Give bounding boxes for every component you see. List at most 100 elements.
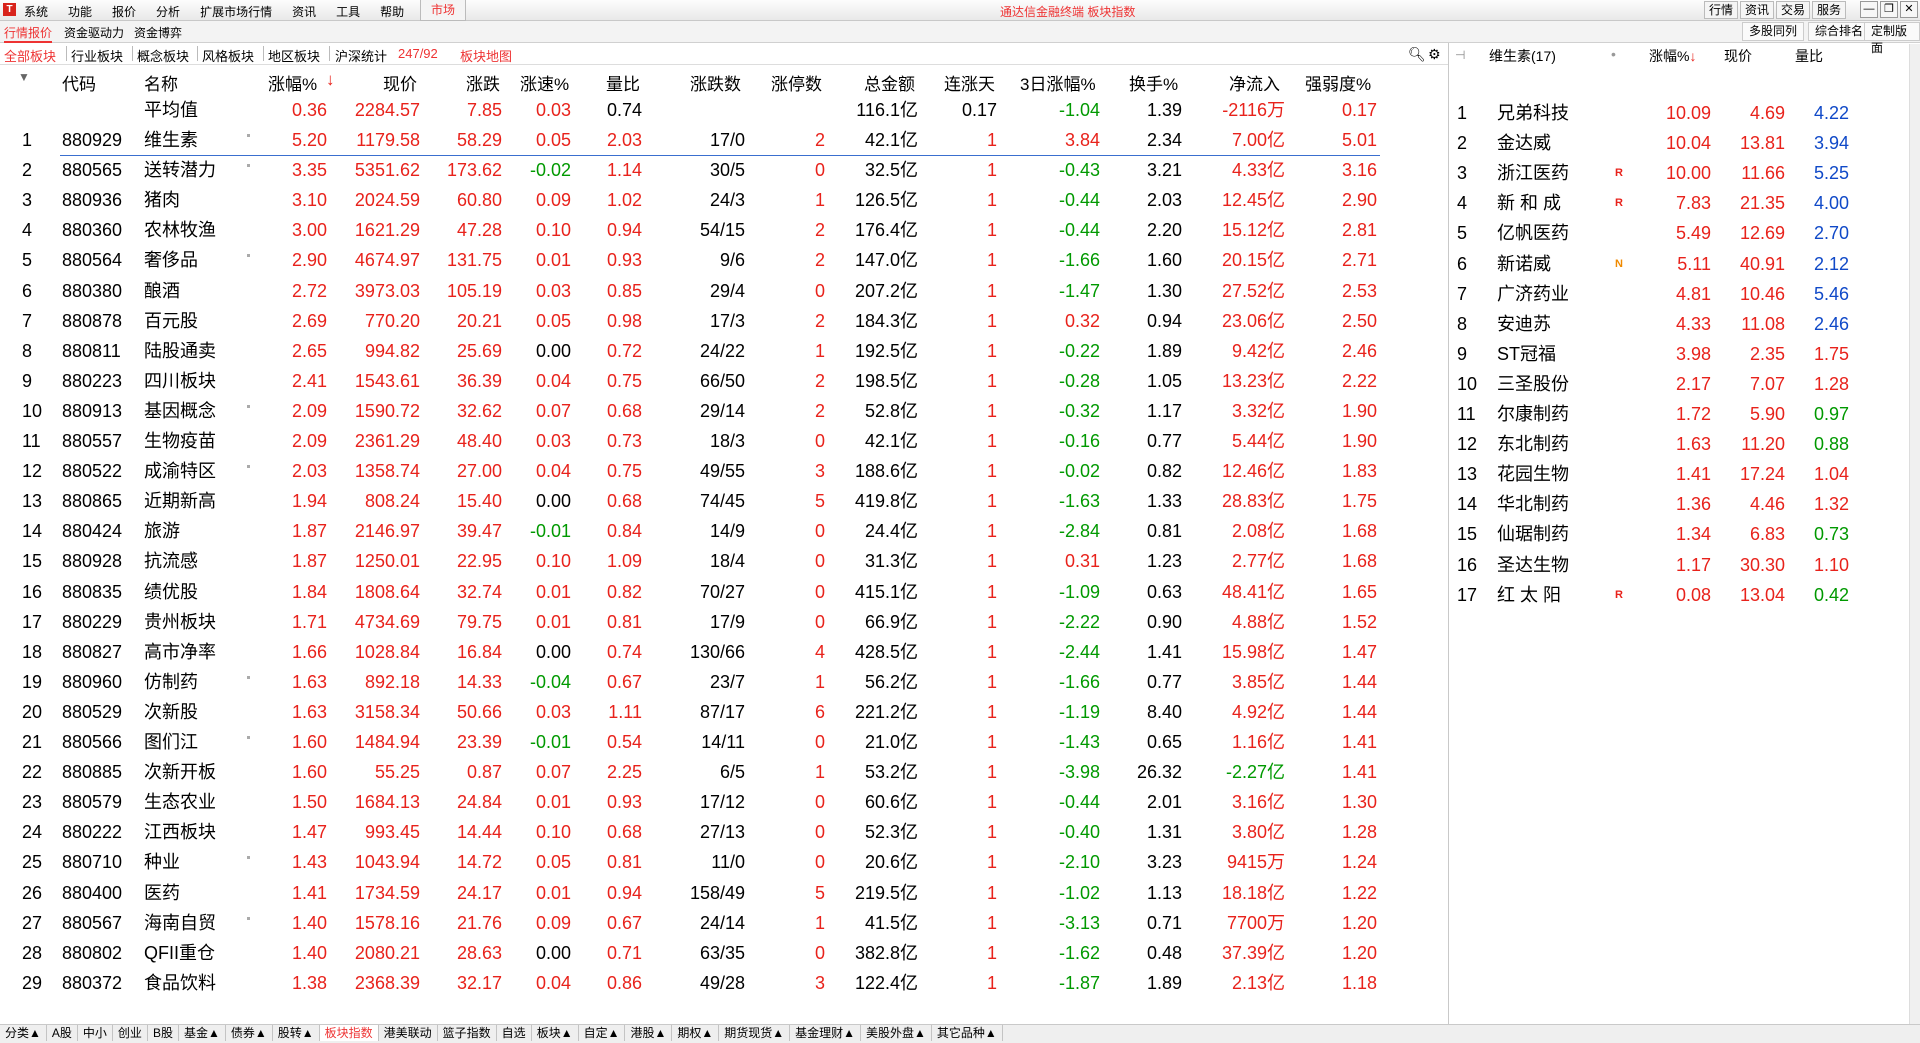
search-icon[interactable]: 🔍︎ (1408, 46, 1426, 63)
menu-item-1[interactable]: 功能 (68, 5, 92, 19)
bottom-tab-4[interactable]: B股 (148, 1025, 179, 1041)
cell-amount: 221.2亿 (854, 701, 918, 722)
average-vr: 0.74 (606, 100, 642, 120)
bottom-tab-15[interactable]: 期权▲ (672, 1025, 720, 1041)
cell-days: 1 (986, 461, 997, 482)
tab-region[interactable]: 地区板块 (268, 46, 320, 65)
top-button-3[interactable]: 服务 (1811, 1, 1846, 19)
multi-stock-button[interactable]: 多股同列 (1742, 22, 1805, 41)
header-chg[interactable]: 涨幅% (268, 70, 317, 95)
menu-item-0[interactable]: 系统 (24, 5, 48, 19)
bottom-tab-11[interactable]: 自选 (497, 1025, 532, 1041)
cell-turnover: 1.89 (1146, 972, 1182, 993)
bottom-tab-2[interactable]: 中小 (78, 1025, 113, 1041)
header-days[interactable]: 连涨天 (944, 70, 995, 95)
tab-style[interactable]: 风格板块 (202, 46, 254, 65)
header-speed[interactable]: 涨速% (520, 70, 569, 95)
bottom-tab-0[interactable]: 分类▲ (0, 1025, 47, 1041)
bottom-tab-18[interactable]: 美股外盘▲ (861, 1025, 932, 1041)
tab-quote[interactable]: 行情报价 (4, 24, 53, 43)
header-turnover[interactable]: 换手% (1129, 70, 1178, 95)
custom-layout-button[interactable]: 定制版面 (1864, 22, 1920, 55)
header-amount[interactable]: 总金额 (864, 70, 915, 95)
tab-concept[interactable]: 概念板块 (137, 46, 189, 65)
bottom-tab-17[interactable]: 基金理财▲ (790, 1025, 862, 1041)
stock-chg: 1.36 (1675, 494, 1711, 515)
bottom-tab-16[interactable]: 期货现货▲ (719, 1025, 791, 1041)
top-button-2[interactable]: 交易 (1775, 1, 1810, 19)
header-netflow[interactable]: 净流入 (1229, 70, 1280, 95)
menu-item-4[interactable]: 扩展市场行情 (200, 5, 272, 19)
cell-amount: 53.2亿 (864, 762, 918, 783)
cell-days: 1 (986, 671, 997, 692)
sector-map-link[interactable]: 板块地图 (460, 46, 512, 65)
header-name[interactable]: 名称 (144, 70, 178, 95)
cell-vr: 0.94 (606, 882, 642, 903)
menu-item-6[interactable]: 工具 (336, 5, 360, 19)
menu-item-7[interactable]: 帮助 (380, 5, 404, 19)
bottom-tab-7[interactable]: 股转▲ (273, 1025, 320, 1041)
cell-code: 880566 (62, 732, 123, 752)
rank-button[interactable]: 综合排名 (1808, 22, 1871, 41)
close-icon[interactable]: ✕ (1900, 1, 1918, 18)
tab-statistics[interactable]: 沪深统计 (335, 46, 387, 65)
minimize-icon[interactable]: — (1860, 1, 1878, 18)
bottom-tab-12[interactable]: 板块▲ (532, 1025, 579, 1041)
cell-turnover: 1.23 (1146, 551, 1182, 572)
cell-code: 880865 (62, 491, 123, 512)
cell-strength: 1.22 (1341, 882, 1377, 903)
tab-all-sectors[interactable]: 全部板块 (4, 46, 56, 65)
header-zt[interactable]: 涨停数 (771, 70, 822, 95)
bottom-tab-19[interactable]: 其它品种▲ (932, 1025, 1003, 1041)
bottom-tab-1[interactable]: A股 (47, 1025, 78, 1041)
cell-diff: 24.84 (456, 792, 502, 813)
bottom-tab-5[interactable]: 基金▲ (179, 1025, 226, 1041)
header-vr[interactable]: 量比 (606, 70, 640, 95)
panel-header-vr[interactable]: 量比 (1795, 46, 1823, 66)
cell-strength: 2.81 (1341, 220, 1377, 241)
menu-item-2[interactable]: 报价 (112, 5, 136, 19)
menu-item-5[interactable]: 资讯 (292, 5, 316, 19)
row-index: 4 (22, 220, 33, 241)
panel-header-price[interactable]: 现价 (1724, 46, 1752, 66)
header-count[interactable]: 涨跌数 (690, 70, 741, 95)
top-button-1[interactable]: 资讯 (1739, 1, 1774, 19)
cell-name: 图们江 (144, 732, 198, 752)
cell-count: 9/6 (719, 250, 745, 271)
panel-header-chg[interactable]: 涨幅%↓ (1649, 46, 1696, 66)
cell-price: 1250.01 (354, 551, 420, 572)
stock-vr: 1.28 (1813, 373, 1849, 394)
cell-diff: 20.21 (456, 310, 502, 331)
header-3d[interactable]: 3日涨幅% (1020, 70, 1096, 95)
header-strength[interactable]: 强弱度% (1305, 70, 1371, 95)
bottom-tab-3[interactable]: 创业 (113, 1025, 148, 1041)
bottom-tab-10[interactable]: 篮子指数 (438, 1025, 497, 1041)
cell-count: 18/4 (709, 551, 745, 572)
header-code[interactable]: 代码 (62, 70, 96, 95)
bottom-tab-13[interactable]: 自定▲ (579, 1025, 626, 1041)
bottom-tab-8[interactable]: 板块指数 (319, 1025, 379, 1041)
market-button[interactable]: 市场 (420, 0, 467, 21)
sort-menu-icon[interactable]: ▼ (18, 70, 30, 84)
stock-index: 12 (1457, 434, 1478, 455)
tab-fund-game[interactable]: 资金博弈 (134, 24, 182, 41)
vertical-scrollbar[interactable] (1909, 44, 1920, 1024)
tab-industry[interactable]: 行业板块 (71, 46, 123, 65)
bottom-tab-6[interactable]: 债券▲ (226, 1025, 273, 1041)
header-price[interactable]: 现价 (383, 70, 417, 95)
bottom-tab-14[interactable]: 港股▲ (625, 1025, 673, 1041)
header-diff[interactable]: 涨跌 (466, 70, 500, 95)
cell-strength: 2.22 (1341, 370, 1377, 391)
cell-price: 3158.34 (354, 701, 420, 722)
bottom-tab-9[interactable]: 港美联动 (379, 1025, 438, 1041)
restore-icon[interactable]: ❐ (1880, 1, 1898, 18)
cell-name: 江西板块 (144, 822, 216, 843)
menu-item-3[interactable]: 分析 (156, 5, 180, 19)
stock-flag (1615, 221, 1629, 245)
cell-name: 送转潜力 (144, 160, 216, 181)
gear-icon[interactable]: ⚙ (1428, 46, 1441, 63)
tab-fund-drive[interactable]: 资金驱动力 (64, 24, 124, 41)
panel-pin-icon[interactable]: ⊣ (1455, 48, 1465, 62)
cell-days: 1 (986, 581, 997, 602)
top-button-0[interactable]: 行情 (1703, 1, 1738, 19)
